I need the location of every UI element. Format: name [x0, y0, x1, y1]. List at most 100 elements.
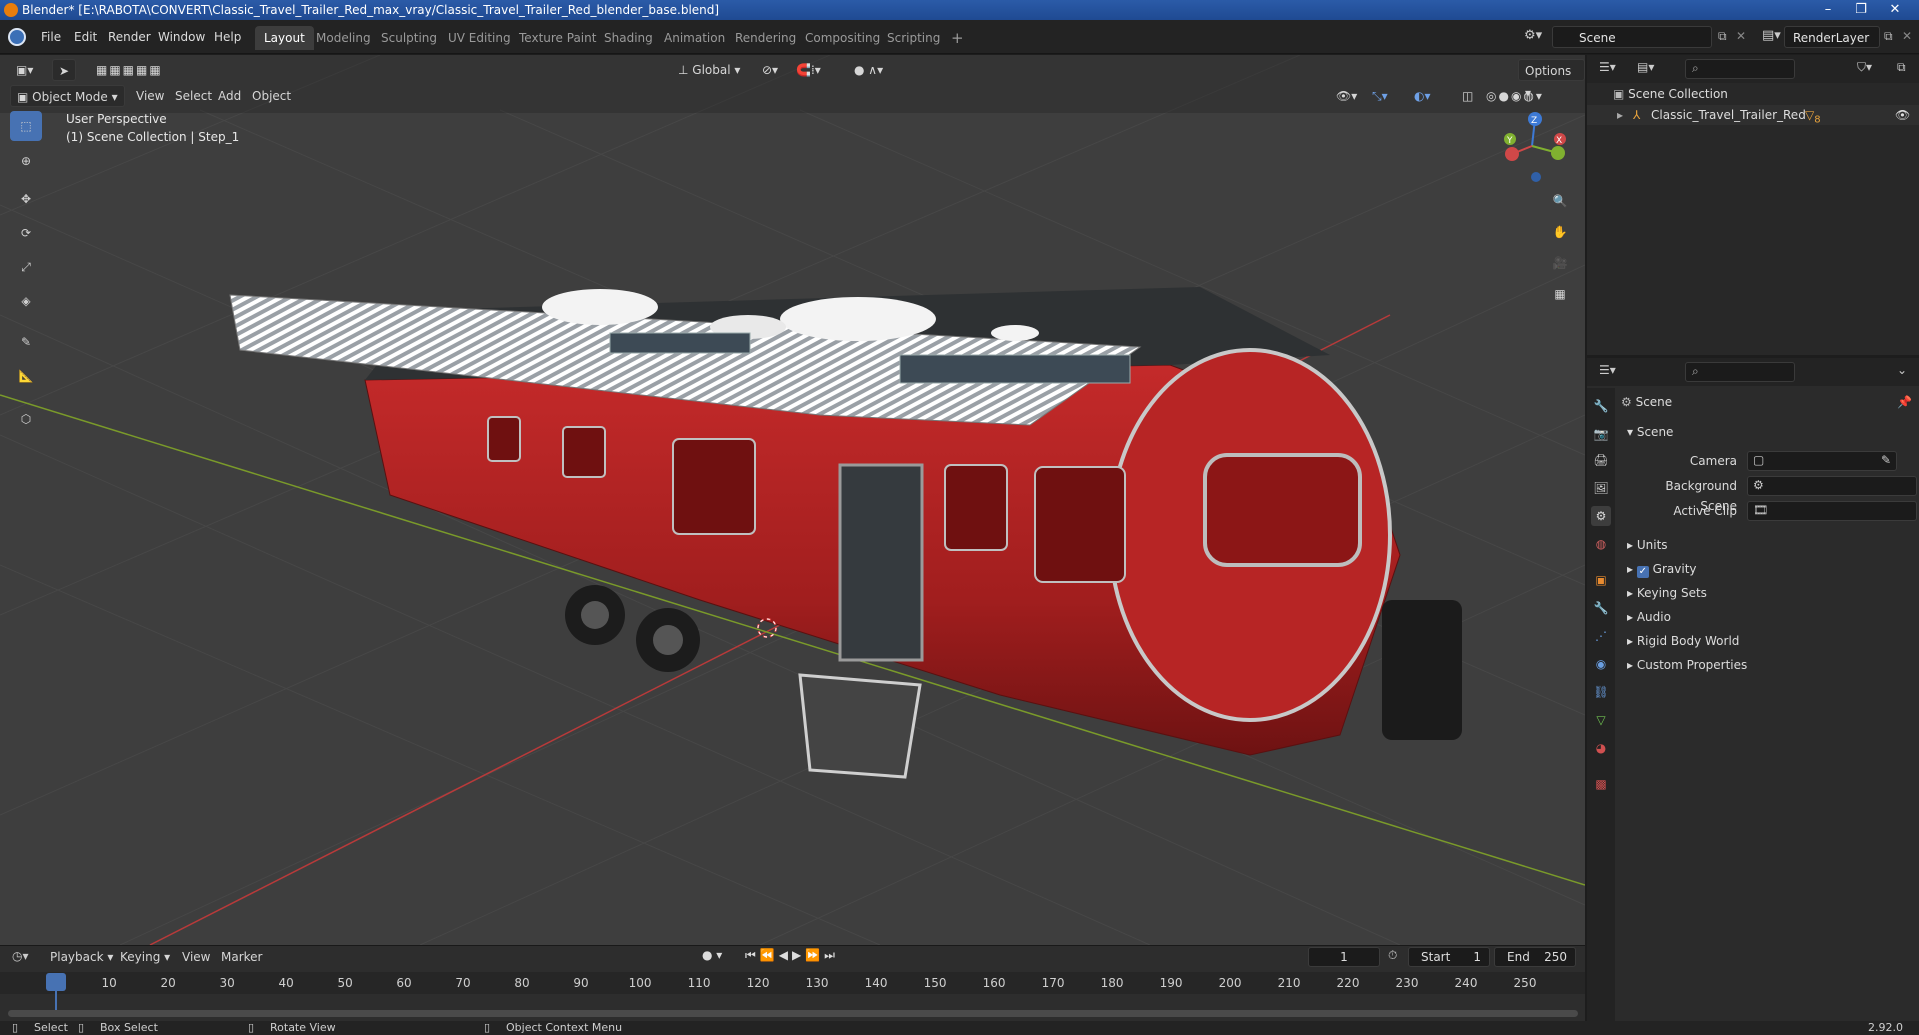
material-tab-icon[interactable]: ◕: [1591, 738, 1611, 758]
timeline-view-menu[interactable]: View: [176, 946, 216, 968]
audio-section[interactable]: ▸ Audio: [1627, 607, 1671, 627]
blender-menu-icon[interactable]: [8, 28, 26, 46]
object-tab-icon[interactable]: ▣: [1591, 570, 1611, 590]
new-collection-icon[interactable]: ⧉: [1897, 60, 1906, 75]
keying-sets-section[interactable]: ▸ Keying Sets: [1627, 583, 1707, 603]
tool-add-cube[interactable]: ⬡: [10, 404, 42, 434]
marker-menu[interactable]: Marker: [215, 946, 268, 968]
visibility-icon[interactable]: 👁▾: [1330, 85, 1363, 107]
data-tab-icon[interactable]: ▽: [1591, 710, 1611, 730]
menu-select[interactable]: Select: [169, 85, 218, 107]
camera-view-icon[interactable]: 🎥: [1546, 249, 1574, 277]
outliner-search-input[interactable]: ⌕: [1685, 59, 1795, 79]
world-tab-icon[interactable]: ◍: [1591, 534, 1611, 554]
navigation-gizmo[interactable]: Z X Y: [1490, 111, 1570, 191]
display-mode-icon[interactable]: ▤▾: [1637, 60, 1654, 74]
current-frame-field[interactable]: 1: [1308, 947, 1380, 967]
timeline-editor-icon[interactable]: ◷▾: [12, 949, 29, 963]
particles-tab-icon[interactable]: ⋰: [1591, 626, 1611, 646]
timeline-scrollbar[interactable]: [8, 1010, 1578, 1017]
gizmo-toggle-icon[interactable]: ⤡▾: [1366, 85, 1394, 107]
playhead[interactable]: [46, 973, 66, 991]
scene-type-icon[interactable]: ⚙▾: [1524, 28, 1548, 46]
playback-menu[interactable]: Playback ▾: [44, 946, 119, 968]
restore-icon[interactable]: ❐: [1846, 0, 1876, 20]
selection-mode-icons[interactable]: ▦▦▦▦▦: [90, 59, 169, 81]
tool-rotate[interactable]: ⟳: [10, 218, 42, 248]
menu-help[interactable]: Help: [207, 26, 248, 48]
menu-edit[interactable]: Edit: [67, 26, 104, 48]
tab-sculpting[interactable]: Sculpting: [372, 26, 446, 50]
playback-controls-icons[interactable]: ⏮⏪◀▶⏩⏭: [745, 948, 839, 963]
tab-layout[interactable]: Layout: [255, 26, 314, 50]
texture-tab-icon[interactable]: ▩: [1591, 774, 1611, 794]
pan-hand-icon[interactable]: ✋: [1546, 218, 1574, 246]
shading-modes-icons[interactable]: ◎●◉◍▾: [1480, 85, 1550, 107]
pin-icon[interactable]: 📌: [1897, 395, 1912, 409]
tab-texture-paint[interactable]: Texture Paint: [510, 26, 605, 50]
tab-scripting[interactable]: Scripting: [878, 26, 949, 50]
outliner-editor-icon[interactable]: ☰▾: [1599, 60, 1616, 74]
active-clip-field[interactable]: 🎞: [1747, 501, 1917, 521]
menu-view[interactable]: View: [130, 85, 170, 107]
options-dropdown[interactable]: Options ▾: [1518, 59, 1585, 100]
delete-scene-icon[interactable]: ✕: [1736, 29, 1746, 43]
scene-tab-icon[interactable]: ⚙: [1591, 506, 1611, 526]
eyedropper-icon[interactable]: ✎: [1881, 453, 1891, 467]
minimize-icon[interactable]: –: [1813, 0, 1843, 20]
orientation-dropdown[interactable]: ⊥ Global ▾: [672, 59, 746, 81]
background-scene-field[interactable]: ⚙: [1747, 476, 1917, 496]
snap-icon[interactable]: 🧲⁞▾: [790, 59, 827, 81]
tool-select-box[interactable]: ⬚: [10, 111, 42, 141]
perspective-toggle-icon[interactable]: ▦: [1546, 280, 1574, 308]
tab-animation[interactable]: Animation: [655, 26, 734, 50]
tool-scale[interactable]: ⤢: [10, 252, 42, 282]
custom-properties-section[interactable]: ▸ Custom Properties: [1627, 655, 1747, 675]
expand-arrow-icon[interactable]: ▸: [1617, 105, 1623, 125]
outliner-item-row[interactable]: ▸ ⅄ Classic_Travel_Trailer_Red ▽8 👁: [1587, 105, 1919, 125]
new-scene-icon[interactable]: ⧉: [1718, 29, 1727, 44]
menu-file[interactable]: File: [34, 26, 68, 48]
rigid-body-world-section[interactable]: ▸ Rigid Body World: [1627, 631, 1739, 651]
record-icon[interactable]: ● ▾: [702, 948, 722, 962]
scene-panel-header[interactable]: ▾ Scene: [1627, 422, 1673, 442]
outliner-root-row[interactable]: ▣ Scene Collection: [1613, 84, 1728, 104]
render-tab-icon[interactable]: 📷: [1591, 424, 1611, 444]
tool-transform[interactable]: ◈: [10, 286, 42, 316]
tool-measure[interactable]: 📐: [10, 361, 42, 391]
tool-annotate[interactable]: ✎: [10, 327, 42, 357]
menu-object[interactable]: Object: [246, 85, 297, 107]
close-icon[interactable]: ✕: [1880, 0, 1910, 20]
units-section[interactable]: ▸ Units: [1627, 535, 1668, 555]
output-tab-icon[interactable]: 🖨: [1591, 450, 1611, 470]
view-layer-icon[interactable]: ▤▾: [1762, 28, 1781, 43]
scene-selector[interactable]: Scene: [1552, 26, 1712, 48]
menu-add[interactable]: Add: [212, 85, 247, 107]
modifier-tab-icon[interactable]: 🔧: [1591, 598, 1611, 618]
constraints-tab-icon[interactable]: ⛓: [1591, 682, 1611, 702]
camera-field[interactable]: ▢ ✎: [1747, 451, 1897, 471]
3d-viewport[interactable]: ▣▾ ➤ ▦▦▦▦▦ ⊥ Global ▾ ⊘▾ 🧲⁞▾ ● ∧▾ Option…: [0, 55, 1585, 945]
gravity-section[interactable]: ▸ ✓ Gravity: [1627, 559, 1697, 579]
pivot-icon[interactable]: ⊘▾: [756, 59, 784, 81]
tab-shading[interactable]: Shading: [595, 26, 662, 50]
tool-move[interactable]: ✥: [10, 184, 42, 214]
gravity-checkbox[interactable]: ✓: [1636, 566, 1649, 578]
add-workspace-button[interactable]: +: [942, 26, 973, 50]
properties-editor-icon[interactable]: ☰▾: [1599, 363, 1616, 377]
eye-visibility-icon[interactable]: 👁: [1895, 105, 1910, 125]
tab-modeling[interactable]: Modeling: [307, 26, 380, 50]
view-layer-tab-icon[interactable]: 🖼: [1591, 478, 1611, 498]
mode-dropdown[interactable]: ▣ Object Mode ▾: [10, 85, 125, 107]
tool-cursor[interactable]: ⊕: [10, 146, 42, 176]
keying-menu[interactable]: Keying ▾: [114, 946, 176, 968]
view-layer-selector[interactable]: RenderLayer: [1784, 26, 1880, 48]
tab-compositing[interactable]: Compositing: [796, 26, 889, 50]
editor-type-icon[interactable]: ▣▾: [10, 59, 39, 81]
new-view-layer-icon[interactable]: ⧉: [1884, 29, 1893, 44]
zoom-icon[interactable]: 🔍: [1546, 187, 1574, 215]
end-frame-field[interactable]: End 250: [1494, 947, 1576, 967]
tool-tab-icon[interactable]: 🔧: [1591, 396, 1611, 416]
physics-tab-icon[interactable]: ◉: [1591, 654, 1611, 674]
overlays-icon[interactable]: ◐▾: [1408, 85, 1437, 107]
